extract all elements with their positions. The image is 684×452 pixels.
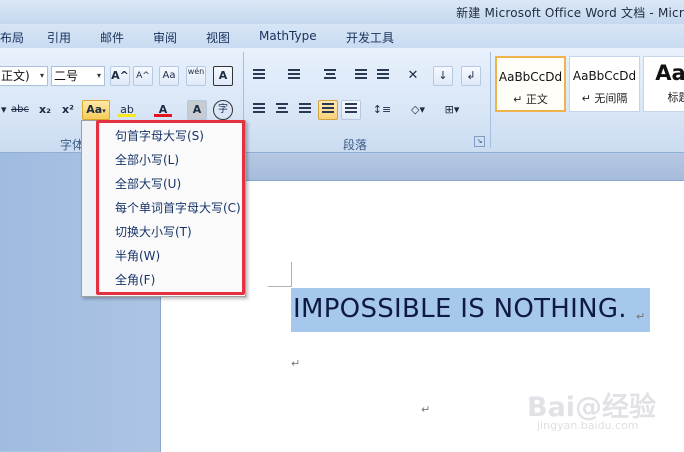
chevron-down-icon[interactable]: ▾	[0, 100, 7, 120]
chevron-down-icon: ▾	[102, 107, 106, 115]
shading-icon[interactable]: ◇▾	[403, 100, 433, 120]
distributed-icon[interactable]	[341, 100, 361, 120]
chevron-down-icon[interactable]: ▾	[40, 67, 44, 85]
paragraph-mark: ↵	[421, 403, 431, 416]
style-name: 标题	[667, 91, 684, 104]
tab-mathtype[interactable]: MathType	[259, 29, 317, 43]
window-title: 新建 Microsoft Office Word 文档 - Micr	[456, 6, 684, 20]
tab-references[interactable]: 引用	[47, 29, 71, 46]
font-color-bar	[154, 114, 172, 117]
style-heading[interactable]: AaB 标题	[643, 56, 684, 112]
group-separator	[490, 52, 491, 148]
text-highlight-button[interactable]: ab	[114, 100, 140, 120]
watermark-url: jingyan.baidu.com	[537, 419, 639, 432]
style-no-spacing[interactable]: AaBbCcDd ↵ 无间隔	[569, 56, 640, 112]
font-color-button[interactable]: A	[150, 100, 176, 120]
menu-item-sentence-case[interactable]: 句首字母大写(S)	[115, 126, 204, 146]
styles-gallery: AaBbCcDd ↵ 正文 AaBbCcDd ↵ 无间隔 AaB 标题	[495, 56, 684, 130]
margin-marker	[291, 262, 292, 286]
chinese-layout-icon[interactable]: ✕	[400, 66, 426, 86]
line-spacing-icon[interactable]: ↕≡	[368, 100, 396, 120]
bullets-icon[interactable]	[249, 66, 269, 86]
style-normal[interactable]: AaBbCcDd ↵ 正文	[495, 56, 566, 112]
document-text[interactable]: IMPOSSIBLE IS NOTHING.	[293, 294, 627, 324]
font-name-combo[interactable]: 正文) ▾	[0, 66, 48, 86]
chevron-down-icon[interactable]: ▾	[97, 67, 101, 85]
style-sample: AaBbCcDd	[498, 70, 563, 84]
multilevel-list-icon[interactable]	[320, 66, 340, 86]
phonetic-guide-label: wén	[187, 67, 205, 76]
align-center-icon[interactable]	[272, 100, 292, 120]
style-sample: AaB	[655, 61, 684, 85]
sort-icon[interactable]: ↓	[433, 66, 453, 86]
subscript-icon[interactable]: x₂	[35, 100, 55, 120]
char-shading-icon[interactable]: A	[187, 100, 207, 120]
strikethrough-icon[interactable]: abc	[10, 100, 30, 120]
change-case-menu: 句首字母大写(S) 全部小写(L) 全部大写(U) 每个单词首字母大写(C) 切…	[81, 120, 246, 297]
paragraph-dialog-launcher-icon[interactable]: ↘	[474, 136, 485, 147]
tab-view[interactable]: 视图	[206, 29, 230, 46]
menu-item-uppercase[interactable]: 全部大写(U)	[115, 174, 181, 194]
phonetic-guide-icon[interactable]: wén	[186, 66, 206, 86]
increase-indent-icon[interactable]	[373, 66, 393, 86]
menu-item-capitalize-each-word[interactable]: 每个单词首字母大写(C)	[115, 198, 241, 218]
char-border-icon[interactable]: A	[213, 66, 233, 86]
numbering-icon[interactable]	[284, 66, 304, 86]
paragraph-group-label: 段落	[343, 138, 368, 152]
style-name: ↵ 无间隔	[581, 92, 628, 105]
change-case-label: Aa	[86, 103, 103, 116]
justify-icon[interactable]	[318, 100, 338, 120]
ribbon-tabs: 布局 引用 邮件 审阅 视图 MathType 开发工具	[0, 24, 684, 48]
font-name-value: 正文)	[1, 69, 30, 83]
shrink-font-icon[interactable]: A^	[133, 66, 153, 86]
align-right-icon[interactable]	[295, 100, 315, 120]
menu-item-lowercase[interactable]: 全部小写(L)	[115, 150, 179, 170]
enclose-char-icon[interactable]: 字	[213, 100, 233, 120]
menu-item-half-width[interactable]: 半角(W)	[115, 246, 160, 266]
borders-icon[interactable]: ⊞▾	[437, 100, 467, 120]
tab-review[interactable]: 审阅	[153, 29, 177, 46]
decrease-indent-icon[interactable]	[351, 66, 371, 86]
style-name: ↵ 正文	[513, 93, 548, 106]
paragraph-mark: ↵	[636, 310, 646, 323]
paragraph-mark: ↵	[291, 357, 301, 370]
grow-font-icon[interactable]: A^	[110, 66, 130, 86]
superscript-icon[interactable]: x²	[58, 100, 78, 120]
tab-layout[interactable]: 布局	[0, 29, 24, 46]
show-marks-icon[interactable]: ↲	[461, 66, 481, 86]
menu-item-full-width[interactable]: 全角(F)	[115, 270, 155, 290]
align-left-icon[interactable]	[249, 100, 269, 120]
title-bar: 新建 Microsoft Office Word 文档 - Micr	[0, 0, 684, 24]
change-case-button[interactable]: Aa▾	[82, 100, 110, 120]
menu-gutter	[82, 121, 100, 296]
tab-mailings[interactable]: 邮件	[100, 29, 124, 46]
margin-marker	[268, 286, 292, 287]
font-size-combo[interactable]: 二号 ▾	[51, 66, 105, 86]
highlight-color-bar	[118, 114, 136, 117]
tab-developer[interactable]: 开发工具	[346, 29, 394, 46]
clear-format-icon[interactable]: Aa	[159, 66, 179, 86]
menu-item-toggle-case[interactable]: 切换大小写(T)	[115, 222, 192, 242]
font-size-value: 二号	[54, 69, 79, 83]
baidu-watermark: Bai@经验 jingyan.baidu.com	[527, 385, 677, 435]
style-sample: AaBbCcDd	[572, 69, 637, 83]
